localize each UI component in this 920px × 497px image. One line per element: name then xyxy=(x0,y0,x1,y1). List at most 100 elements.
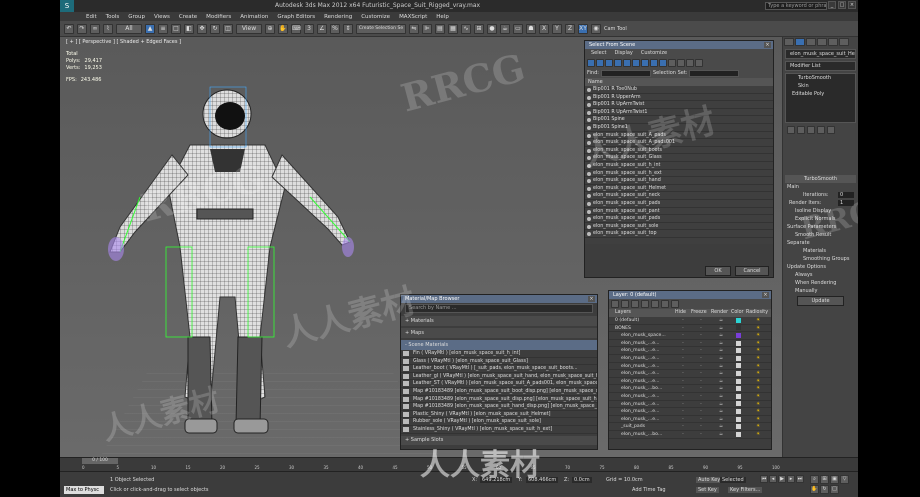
mirror-icon[interactable]: ⇋ xyxy=(409,23,419,34)
hide-toggle[interactable]: - xyxy=(675,378,691,385)
sfs-menu-customize[interactable]: Customize xyxy=(641,49,667,58)
scene-object-item[interactable]: elon_musk_space_suit_neck xyxy=(585,192,773,200)
configure-sets-icon[interactable] xyxy=(827,126,835,134)
hide-toggle[interactable]: - xyxy=(675,416,691,423)
motion-tab-icon[interactable] xyxy=(817,38,827,46)
window-crossing-icon[interactable]: ◧ xyxy=(184,23,194,34)
col-color[interactable]: Color xyxy=(731,309,746,317)
name-column-header[interactable]: Name xyxy=(585,78,773,86)
delete-layer-icon[interactable] xyxy=(621,300,629,308)
radiosity-icon[interactable]: ☀ xyxy=(746,423,770,430)
freeze-toggle[interactable]: - xyxy=(691,325,711,332)
hide-toggle[interactable]: - xyxy=(675,423,691,430)
pivot-icon[interactable]: ⊕ xyxy=(265,23,275,34)
layer-row[interactable]: elon_musk_...e... - - ☕ ☀ xyxy=(609,408,771,416)
freeze-toggle[interactable]: - xyxy=(691,393,711,400)
freeze-toggle[interactable]: - xyxy=(691,431,711,438)
axis-y-icon[interactable]: Y xyxy=(552,23,562,34)
update-button[interactable]: Update xyxy=(797,296,844,306)
material-item[interactable]: Fin ( VRayMtl ) [elon_musk_space_suit_h_… xyxy=(401,350,597,358)
hide-toggle[interactable]: - xyxy=(675,332,691,339)
scene-object-item[interactable]: Bip001 R Toe0Nub xyxy=(585,86,773,94)
go-to-end-icon[interactable]: ⏭ xyxy=(796,475,804,483)
scene-object-item[interactable]: elon_musk_space_suit_pads xyxy=(585,215,773,223)
display-shapes-icon[interactable] xyxy=(596,59,604,67)
material-item[interactable]: Map #10183489 [elon_musk_space_suit_disp… xyxy=(401,396,597,404)
smooth-result-checkbox[interactable]: Smooth Result xyxy=(783,231,858,239)
material-item[interactable]: Glass ( VRayMtl ) [elon_musk_space_suit_… xyxy=(401,358,597,366)
scene-object-item[interactable]: elon_musk_space_suit_sole xyxy=(585,223,773,231)
scene-object-item[interactable]: elon_musk_space_suit_A_pads xyxy=(585,132,773,140)
hide-toggle[interactable]: - xyxy=(675,325,691,332)
col-render[interactable]: Render xyxy=(711,309,731,317)
zoom-extents-icon[interactable]: ▣ xyxy=(830,475,839,484)
maximize-viewport-icon[interactable]: □ xyxy=(830,485,839,494)
render-teapot-icon[interactable]: ☕ xyxy=(711,385,731,392)
radiosity-icon[interactable]: ☀ xyxy=(746,363,770,370)
material-item[interactable]: Map #10183489 [elon_musk_space_suit_boot… xyxy=(401,388,597,396)
menu-edit[interactable]: Edit xyxy=(86,14,97,20)
radiosity-icon[interactable]: ☀ xyxy=(746,378,770,385)
selection-filter-dropdown[interactable]: All xyxy=(116,23,142,34)
stack-item-turbosmooth[interactable]: TurboSmooth xyxy=(786,74,855,82)
turbosmooth-rollout-title[interactable]: TurboSmooth xyxy=(785,175,856,183)
select-none-icon[interactable] xyxy=(677,59,685,67)
stack-item-skin[interactable]: Skin xyxy=(786,82,855,90)
graphite-icon[interactable]: ▦ xyxy=(448,23,458,34)
zoom-icon[interactable]: ⌕ xyxy=(810,475,819,484)
layer-color-swatch[interactable] xyxy=(731,393,746,400)
radiosity-icon[interactable]: ☀ xyxy=(746,370,770,377)
schematic-view-icon[interactable]: ⊞ xyxy=(474,23,484,34)
align-icon[interactable]: ⊫ xyxy=(422,23,432,34)
col-freeze[interactable]: Freeze xyxy=(691,309,711,317)
keyboard-shortcut-icon[interactable]: ⌨ xyxy=(291,23,301,34)
select-all-icon[interactable] xyxy=(668,59,676,67)
ok-button[interactable]: OK xyxy=(705,266,731,276)
auto-key-button[interactable]: Auto Key xyxy=(696,477,723,483)
menu-graph-editors[interactable]: Graph Editors xyxy=(277,14,315,20)
render-teapot-icon[interactable]: ☕ xyxy=(711,363,731,370)
render-teapot-icon[interactable]: ☕ xyxy=(711,340,731,347)
axis-x-icon[interactable]: X xyxy=(539,23,549,34)
close-icon[interactable]: × xyxy=(848,1,856,9)
display-geometry-icon[interactable] xyxy=(587,59,595,67)
freeze-toggle[interactable]: - xyxy=(691,347,711,354)
close-icon[interactable]: × xyxy=(762,292,769,298)
freeze-toggle[interactable]: - xyxy=(691,385,711,392)
menu-views[interactable]: Views xyxy=(154,14,170,20)
maxscript-listener[interactable]: Max to Physc xyxy=(64,486,104,494)
move-icon[interactable]: ✥ xyxy=(197,23,207,34)
layer-row[interactable]: elon_musk_...e... - - ☕ ☀ xyxy=(609,370,771,378)
undo-icon[interactable]: ↶ xyxy=(64,23,74,34)
select-object-icon[interactable]: ▲ xyxy=(145,23,155,34)
menu-tools[interactable]: Tools xyxy=(106,14,120,20)
scene-object-item[interactable]: elon_musk_space_suit_boots xyxy=(585,147,773,155)
radiosity-icon[interactable]: ☀ xyxy=(746,401,770,408)
display-xrefs-icon[interactable] xyxy=(650,59,658,67)
timeline[interactable]: 0 / 100 0 5 10 15 20 25 30 35 40 45 50 55 60 65 70 75 80… xyxy=(60,457,858,471)
render-teapot-icon[interactable]: ☕ xyxy=(711,423,731,430)
scene-object-item[interactable]: Bip001 Spine xyxy=(585,116,773,124)
layer-color-swatch[interactable] xyxy=(731,423,746,430)
scene-object-item[interactable]: elon_musk_space_suit_Glass xyxy=(585,154,773,162)
render-teapot-icon[interactable]: ☕ xyxy=(711,347,731,354)
freeze-toggle[interactable]: - xyxy=(691,355,711,362)
layer-color-swatch[interactable] xyxy=(731,370,746,377)
radiosity-icon[interactable]: ☀ xyxy=(746,332,770,339)
smoothing-groups-checkbox[interactable]: Smoothing Groups xyxy=(783,255,858,263)
layer-row[interactable]: 0 (default) - - ☕ ☀ xyxy=(609,317,771,325)
freeze-toggle[interactable]: - xyxy=(691,378,711,385)
select-in-layer-icon[interactable] xyxy=(641,300,649,308)
layer-color-swatch[interactable] xyxy=(731,416,746,423)
render-teapot-icon[interactable]: ☕ xyxy=(711,431,731,438)
layer-row[interactable]: elon_musk_...e... - - ☕ ☀ xyxy=(609,393,771,401)
hide-all-icon[interactable] xyxy=(661,300,669,308)
layer-row[interactable]: elon_musk_...e... - - ☕ ☀ xyxy=(609,363,771,371)
cancel-button[interactable]: Cancel xyxy=(735,266,769,276)
radiosity-icon[interactable]: ☀ xyxy=(746,317,770,324)
hide-toggle[interactable]: - xyxy=(675,340,691,347)
time-slider[interactable]: 0 / 100 xyxy=(82,458,118,464)
layer-color-swatch[interactable] xyxy=(731,363,746,370)
radiosity-icon[interactable]: ☀ xyxy=(746,347,770,354)
render-iters-label[interactable]: Render Iters: xyxy=(789,200,821,206)
